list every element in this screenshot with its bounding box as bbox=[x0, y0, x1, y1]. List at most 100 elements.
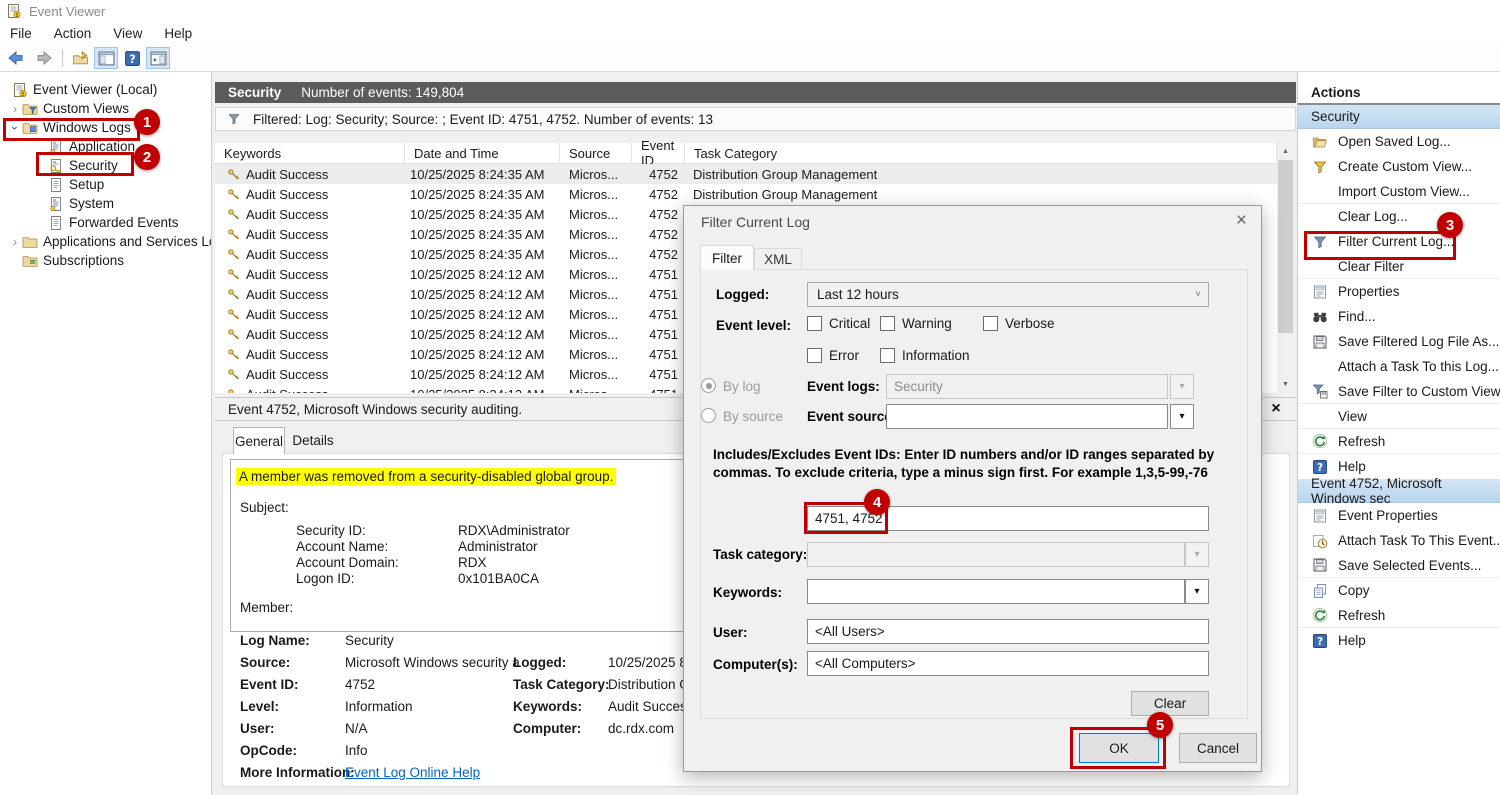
tree-item-forwarded-events[interactable]: Forwarded Events bbox=[0, 213, 211, 232]
action-filter-current-log[interactable]: Filter Current Log... bbox=[1298, 229, 1500, 254]
task-category-select[interactable] bbox=[807, 542, 1185, 567]
dialog-tab-filter[interactable]: Filter bbox=[700, 245, 754, 270]
back-button[interactable] bbox=[5, 47, 29, 69]
by-log-radio[interactable] bbox=[701, 378, 716, 393]
action-label: Attach Task To This Event... bbox=[1338, 533, 1500, 548]
computers-input[interactable]: <All Computers> bbox=[807, 651, 1209, 676]
action-save-selected-events[interactable]: Save Selected Events... bbox=[1298, 553, 1500, 578]
column-header-event-id[interactable]: Event ID bbox=[632, 143, 685, 163]
expander-icon[interactable]: › bbox=[8, 121, 22, 135]
menu-help[interactable]: Help bbox=[164, 26, 192, 41]
filter-banner-text: Filtered: Log: Security; Source: ; Event… bbox=[253, 112, 713, 127]
event-log-online-help-link[interactable]: Event Log Online Help bbox=[345, 765, 480, 780]
event-actions-list: Event Properties Attach Task To This Even… bbox=[1298, 503, 1500, 653]
menu-action[interactable]: Action bbox=[54, 26, 92, 41]
event-level-warning-checkbox[interactable]: Warning bbox=[880, 316, 952, 331]
toolbar-help-button[interactable]: ? bbox=[120, 47, 144, 69]
tree-item-label: Windows Logs bbox=[43, 120, 131, 135]
tree-item-setup[interactable]: Setup bbox=[0, 175, 211, 194]
action-label: Copy bbox=[1338, 583, 1370, 598]
show-action-pane-button[interactable] bbox=[146, 47, 170, 69]
event-level-information-checkbox[interactable]: Information bbox=[880, 348, 970, 363]
action-label: Find... bbox=[1338, 309, 1376, 324]
audit-key-icon bbox=[227, 168, 240, 181]
menu-view[interactable]: View bbox=[113, 26, 142, 41]
by-source-radio[interactable] bbox=[701, 408, 716, 423]
event-sources-dropdown-icon[interactable]: ▾ bbox=[1170, 404, 1194, 429]
dialog-close-icon[interactable]: × bbox=[1236, 210, 1247, 232]
action-save-filtered-log-file-as[interactable]: Save Filtered Log File As... bbox=[1298, 329, 1500, 354]
expander-icon[interactable]: › bbox=[8, 102, 22, 116]
clear-button[interactable]: Clear bbox=[1131, 691, 1209, 716]
member-label: Member: bbox=[240, 600, 293, 615]
forward-button[interactable] bbox=[31, 47, 55, 69]
expander-icon[interactable]: › bbox=[8, 235, 22, 249]
task-category-dropdown-icon[interactable]: ▾ bbox=[1185, 542, 1209, 567]
tree-item-event-viewer-local[interactable]: Event Viewer (Local) bbox=[0, 80, 211, 99]
scrollbar-thumb[interactable] bbox=[1278, 160, 1293, 333]
row-datetime: 10/25/2025 8:24:12 AM bbox=[405, 307, 560, 322]
action-help[interactable]: ?Help bbox=[1298, 628, 1500, 653]
action-clear-filter[interactable]: Clear Filter bbox=[1298, 254, 1500, 279]
tree-item-custom-views[interactable]: ›Custom Views bbox=[0, 99, 211, 118]
tab-general[interactable]: General bbox=[233, 427, 285, 454]
scroll-down-icon[interactable]: ▼ bbox=[1277, 376, 1294, 393]
row-keywords: Audit Success bbox=[246, 287, 328, 302]
action-open-saved-log[interactable]: Open Saved Log... bbox=[1298, 129, 1500, 154]
action-properties[interactable]: Properties bbox=[1298, 279, 1500, 304]
action-clear-log[interactable]: Clear Log... bbox=[1298, 204, 1500, 229]
action-refresh[interactable]: Refresh bbox=[1298, 429, 1500, 454]
annotation-badge-1: 1 bbox=[134, 109, 160, 135]
user-input[interactable]: <All Users> bbox=[807, 619, 1209, 644]
tree-item-application[interactable]: Application bbox=[0, 137, 211, 156]
row-datetime: 10/25/2025 8:24:35 AM bbox=[405, 167, 560, 182]
action-create-custom-view[interactable]: Create Custom View... bbox=[1298, 154, 1500, 179]
event-sources-select[interactable] bbox=[886, 404, 1168, 429]
action-attach-task-to-this-event[interactable]: Attach Task To This Event... bbox=[1298, 528, 1500, 553]
row-event-id: 4752 bbox=[632, 167, 685, 182]
action-copy[interactable]: Copy bbox=[1298, 578, 1500, 603]
event-level-verbose-checkbox[interactable]: Verbose bbox=[983, 316, 1055, 331]
close-detail-icon[interactable]: × bbox=[1264, 399, 1288, 419]
table-row[interactable]: Audit Success10/25/2025 8:24:35 AMMicros… bbox=[215, 184, 1277, 204]
event-level-error-checkbox[interactable]: Error bbox=[807, 348, 859, 363]
table-row[interactable]: Audit Success10/25/2025 8:24:35 AMMicros… bbox=[215, 164, 1277, 184]
tree-item-windows-logs[interactable]: › Windows Logs bbox=[0, 118, 211, 137]
action-attach-a-task-to-this-log[interactable]: Attach a Task To this Log... bbox=[1298, 354, 1500, 379]
tree-item-subscriptions[interactable]: Subscriptions bbox=[0, 251, 211, 270]
show-console-tree-button[interactable] bbox=[94, 47, 118, 69]
menu-file[interactable]: File bbox=[10, 26, 32, 41]
event-logs-dropdown-icon[interactable]: ▾ bbox=[1170, 374, 1194, 399]
keywords-dropdown-icon[interactable]: ▾ bbox=[1185, 579, 1209, 604]
action-label: Event Properties bbox=[1338, 508, 1438, 523]
action-refresh[interactable]: Refresh bbox=[1298, 603, 1500, 628]
tree-item-security[interactable]: Security bbox=[0, 156, 211, 175]
column-header-keywords[interactable]: Keywords bbox=[215, 143, 405, 163]
row-source: Micros... bbox=[560, 247, 632, 262]
tree-item-applications-and-services-log[interactable]: ›Applications and Services Log bbox=[0, 232, 211, 251]
keywords-select[interactable] bbox=[807, 579, 1185, 604]
action-save-filter-to-custom-view[interactable]: Save Filter to Custom View... bbox=[1298, 379, 1500, 404]
action-import-custom-view[interactable]: Import Custom View... bbox=[1298, 179, 1500, 204]
ok-button[interactable]: OK bbox=[1079, 733, 1159, 763]
computers-label: Computer(s): bbox=[713, 657, 798, 672]
event-level-critical-checkbox[interactable]: Critical bbox=[807, 316, 870, 331]
logged-select[interactable]: Last 12 hours ˅ bbox=[807, 282, 1209, 307]
column-header-source[interactable]: Source bbox=[560, 143, 632, 163]
row-source: Micros... bbox=[560, 367, 632, 382]
column-header-date-and-time[interactable]: Date and Time bbox=[405, 143, 560, 163]
action-view[interactable]: View bbox=[1298, 404, 1500, 429]
footer-field-label: Log Name: bbox=[240, 633, 343, 648]
vertical-scrollbar[interactable]: ▲ ▼ bbox=[1277, 143, 1294, 393]
scroll-up-icon[interactable]: ▲ bbox=[1277, 143, 1294, 160]
column-header-task-category[interactable]: Task Category bbox=[685, 143, 1277, 163]
dialog-tab-xml[interactable]: XML bbox=[754, 248, 802, 270]
export-list-button[interactable] bbox=[68, 47, 92, 69]
tree-item-system[interactable]: System bbox=[0, 194, 211, 213]
subject-field-label: Account Domain: bbox=[296, 555, 456, 570]
action-find[interactable]: Find... bbox=[1298, 304, 1500, 329]
action-event-properties[interactable]: Event Properties bbox=[1298, 503, 1500, 528]
tab-details[interactable]: Details bbox=[287, 427, 339, 454]
cancel-button[interactable]: Cancel bbox=[1179, 733, 1257, 763]
event-logs-select[interactable]: Security bbox=[886, 374, 1168, 399]
